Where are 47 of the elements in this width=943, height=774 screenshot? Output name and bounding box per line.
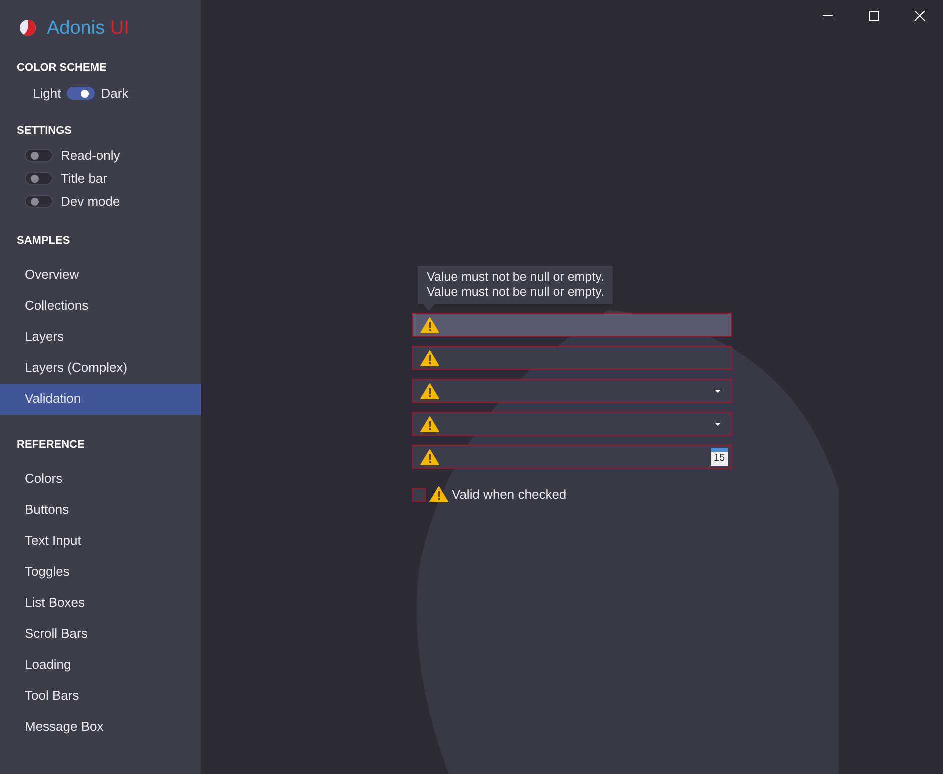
toggle-label: Read-only xyxy=(61,146,120,165)
nav-item[interactable]: Layers (Complex) xyxy=(0,352,201,384)
nav-item[interactable]: Tool Bars xyxy=(0,680,201,711)
nav-item[interactable]: Text Input xyxy=(0,525,201,556)
nav-item[interactable]: Message Box xyxy=(0,711,201,742)
dropdown-field[interactable] xyxy=(412,379,732,403)
nav-item[interactable]: Overview xyxy=(0,260,201,290)
nav-item[interactable]: Validation xyxy=(0,384,201,414)
section-heading: REFERENCE xyxy=(16,438,86,452)
nav-item[interactable]: Layers xyxy=(0,322,201,352)
section-heading: SETTINGS xyxy=(16,124,74,138)
dropdown-caret-icon xyxy=(715,422,721,426)
toggle-label: Dev mode xyxy=(61,192,120,211)
warning-icon xyxy=(429,486,449,504)
dropdown-field[interactable] xyxy=(412,412,732,436)
nav-item[interactable]: Collections xyxy=(0,290,201,322)
nav-item[interactable]: Buttons xyxy=(0,494,201,525)
toggle-label: Title bar xyxy=(61,170,108,188)
toggle-switch[interactable] xyxy=(67,87,96,100)
section-heading: SAMPLES xyxy=(16,234,72,249)
nav-item[interactable]: List Boxes xyxy=(0,587,201,618)
warning-icon xyxy=(420,448,440,466)
warning-icon xyxy=(420,382,440,400)
warning-icon xyxy=(420,316,440,334)
nav-item[interactable]: Colors xyxy=(0,463,201,494)
toggle-switch[interactable] xyxy=(25,149,53,162)
toggle-switch[interactable] xyxy=(25,172,53,185)
toggle-switch[interactable] xyxy=(25,195,53,208)
dropdown-caret-icon xyxy=(715,390,721,392)
nav-item[interactable]: Toggles xyxy=(0,556,201,587)
section-heading: COLOR SCHEME xyxy=(16,61,108,76)
text-field[interactable] xyxy=(412,313,732,337)
text-field[interactable] xyxy=(412,346,732,370)
date-field[interactable]: 15 xyxy=(412,445,732,469)
light-label: Light xyxy=(33,84,62,103)
app-title: Adonis UI xyxy=(47,18,130,38)
close-icon[interactable] xyxy=(914,11,926,21)
warning-icon xyxy=(420,416,440,432)
checkbox-label: Valid when checked xyxy=(452,486,567,504)
dark-label: Dark xyxy=(101,84,129,103)
maximize-icon[interactable] xyxy=(868,11,880,21)
checkbox[interactable] xyxy=(412,488,426,502)
calendar-icon: 15 xyxy=(711,448,728,466)
logo-icon xyxy=(18,18,38,38)
nav-item[interactable]: Loading xyxy=(0,649,201,680)
nav-item[interactable]: Scroll Bars xyxy=(0,618,201,649)
warning-icon xyxy=(420,350,440,366)
